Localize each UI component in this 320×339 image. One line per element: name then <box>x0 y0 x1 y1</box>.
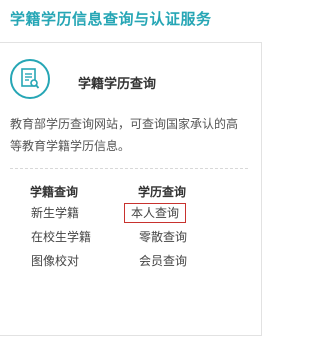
link-member-query[interactable]: 会员查询 <box>138 251 238 275</box>
column-heading: 学籍查询 <box>30 185 79 199</box>
card-title: 学籍学历查询 <box>78 77 157 92</box>
link-enrolled-student-status[interactable]: 在校生学籍 <box>30 227 130 251</box>
service-card: 学籍学历查询 教育部学历查询网站，可查询国家承认的高等教育学籍学历信息。 学籍查… <box>0 42 262 336</box>
page-title: 学籍学历信息查询与认证服务 <box>10 10 212 28</box>
link-single-query[interactable]: 零散查询 <box>138 227 238 251</box>
link-self-query[interactable]: 本人查询 <box>124 203 238 227</box>
link-image-verification[interactable]: 图像校对 <box>30 251 130 275</box>
column-heading: 学历查询 <box>138 185 187 199</box>
column-student-status: 学籍查询 新生学籍 在校生学籍 图像校对 <box>30 181 130 275</box>
card-description: 教育部学历查询网站，可查询国家承认的高等教育学籍学历信息。 <box>10 117 239 153</box>
document-search-icon <box>10 59 50 99</box>
divider <box>10 168 248 169</box>
column-degree: 学历查询 本人查询 零散查询 会员查询 <box>124 181 238 275</box>
link-new-student-status[interactable]: 新生学籍 <box>30 203 130 227</box>
page-header: 学籍学历信息查询与认证服务 <box>0 0 269 36</box>
